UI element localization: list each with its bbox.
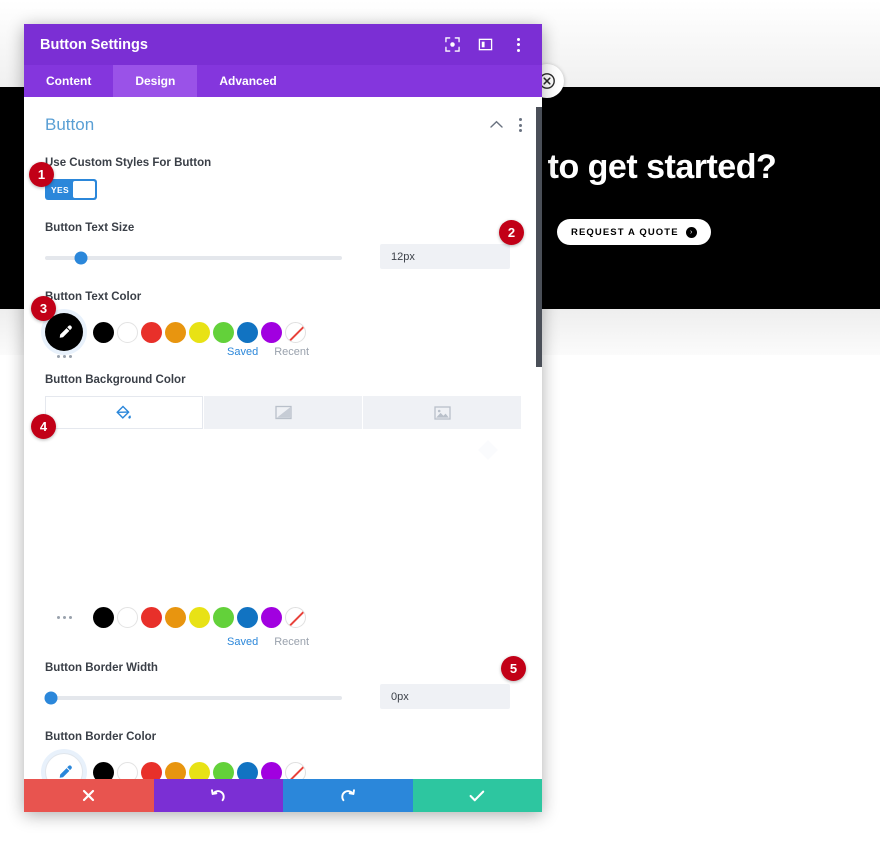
- annotation-badge-1: 1: [29, 162, 54, 187]
- swatch-yellow[interactable]: [189, 761, 210, 779]
- swatch-purple[interactable]: [261, 607, 282, 628]
- swatch-orange[interactable]: [165, 761, 186, 779]
- field-use-custom-styles: Use Custom Styles For Button YES: [24, 157, 542, 200]
- annotation-badge-3: 3: [31, 296, 56, 321]
- chevron-up-icon[interactable]: [490, 116, 503, 134]
- swatch-black[interactable]: [93, 607, 114, 628]
- use-custom-styles-toggle[interactable]: YES: [45, 179, 97, 200]
- swatch-blue[interactable]: [237, 607, 258, 628]
- field-button-background-color: Button Background Color Saved Recent: [24, 374, 542, 648]
- redo-button[interactable]: [283, 779, 413, 812]
- section-title: Button: [45, 115, 95, 134]
- image-tab[interactable]: [363, 396, 521, 429]
- background-color-saved-recent: Saved Recent: [45, 636, 521, 648]
- toggle-knob: [72, 181, 95, 198]
- modal-scrollbar-track[interactable]: [536, 97, 542, 779]
- swatch-red[interactable]: [141, 321, 162, 343]
- swatch-white[interactable]: [117, 321, 138, 343]
- modal-body: Button Use Custom Styles For Button YES: [24, 97, 542, 779]
- swatch-orange[interactable]: [165, 321, 186, 343]
- swatch-blue[interactable]: [237, 321, 258, 343]
- tab-advanced[interactable]: Advanced: [197, 65, 298, 97]
- save-button[interactable]: [412, 779, 542, 812]
- swatch-transparent[interactable]: [285, 761, 306, 779]
- modal-tabs: Content Design Advanced: [24, 65, 542, 97]
- field-label-use-custom-styles: Use Custom Styles For Button: [45, 157, 212, 169]
- field-button-border-width: Button Border Width 0px: [24, 662, 542, 709]
- button-text-size-value[interactable]: 12px: [380, 244, 510, 269]
- more-colors-icon[interactable]: [45, 616, 83, 619]
- request-a-quote-label: REQUEST A QUOTE: [571, 226, 679, 238]
- color-picker-panel[interactable]: [45, 429, 521, 599]
- recent-tab[interactable]: Recent: [274, 636, 309, 648]
- swatch-purple[interactable]: [261, 321, 282, 343]
- text-color-saved-recent: Saved Recent: [45, 346, 521, 358]
- field-label-button-text-color: Button Text Color: [45, 291, 142, 303]
- button-border-color-swatches: [45, 753, 521, 779]
- tab-design[interactable]: Design: [113, 65, 198, 97]
- saved-tab[interactable]: Saved: [227, 636, 258, 648]
- modal-title-icons: [445, 37, 526, 52]
- section-kebab-menu-icon[interactable]: [519, 118, 522, 132]
- color-picker-handle[interactable]: [478, 440, 498, 460]
- swatch-transparent[interactable]: [285, 607, 306, 628]
- swatch-orange[interactable]: [165, 607, 186, 628]
- gradient-tab[interactable]: [204, 396, 362, 429]
- settings-scroll-area: Button Use Custom Styles For Button YES: [24, 97, 542, 779]
- button-border-width-slider[interactable]: [44, 691, 342, 704]
- modal-titlebar: Button Settings: [24, 24, 542, 65]
- undo-button[interactable]: [153, 779, 283, 812]
- kebab-menu-icon[interactable]: [511, 37, 526, 52]
- field-label-button-text-size: Button Text Size: [45, 222, 135, 234]
- recent-tab[interactable]: Recent: [274, 346, 309, 358]
- eyedropper-icon[interactable]: [45, 753, 83, 779]
- button-section-header: Button: [24, 97, 542, 135]
- swatch-blue[interactable]: [237, 761, 258, 779]
- field-label-button-border-color: Button Border Color: [45, 731, 157, 743]
- button-background-color-swatches: [45, 607, 521, 628]
- screen: ed to get started? REQUEST A QUOTE › But…: [0, 0, 880, 843]
- modal-footer: [24, 779, 542, 812]
- modal-title: Button Settings: [40, 36, 148, 53]
- button-text-size-slider[interactable]: [45, 251, 342, 264]
- swatch-white[interactable]: [117, 761, 138, 779]
- swatch-purple[interactable]: [261, 761, 282, 779]
- field-label-button-background-color: Button Background Color: [45, 374, 186, 386]
- swatch-black[interactable]: [93, 321, 114, 343]
- tab-content[interactable]: Content: [24, 65, 113, 97]
- button-border-width-value[interactable]: 0px: [380, 684, 510, 709]
- field-button-border-color: Button Border Color: [24, 731, 542, 779]
- annotation-badge-4: 4: [31, 414, 56, 439]
- arrow-right-icon: ›: [685, 226, 697, 238]
- swatch-white[interactable]: [117, 607, 138, 628]
- swatch-green[interactable]: [213, 321, 234, 343]
- background-color-type-tabs: [45, 396, 521, 429]
- solid-color-tab[interactable]: [45, 396, 203, 429]
- toggle-value-label: YES: [51, 184, 69, 195]
- swatch-red[interactable]: [141, 761, 162, 779]
- swatch-red[interactable]: [141, 607, 162, 628]
- annotation-badge-5: 5: [501, 656, 526, 681]
- slider-knob[interactable]: [74, 251, 88, 264]
- slider-knob[interactable]: [44, 691, 58, 704]
- layout-panel-icon[interactable]: [478, 37, 493, 52]
- swatch-black[interactable]: [93, 761, 114, 779]
- request-a-quote-button[interactable]: REQUEST A QUOTE ›: [557, 219, 711, 245]
- swatch-green[interactable]: [213, 607, 234, 628]
- cancel-button[interactable]: [24, 779, 154, 812]
- swatch-yellow[interactable]: [189, 607, 210, 628]
- swatch-green[interactable]: [213, 761, 234, 779]
- swatch-yellow[interactable]: [189, 321, 210, 343]
- field-label-button-border-width: Button Border Width: [45, 662, 158, 674]
- annotation-badge-2: 2: [499, 220, 524, 245]
- field-button-text-color: Button Text Color Saved Recent: [24, 291, 542, 358]
- modal-scrollbar-thumb[interactable]: [536, 107, 542, 367]
- button-settings-modal: Button Settings Content Design Advanced …: [24, 24, 542, 812]
- swatch-transparent[interactable]: [285, 321, 306, 343]
- fullscreen-icon[interactable]: [445, 37, 460, 52]
- field-button-text-size: Button Text Size 12px: [24, 222, 542, 269]
- saved-tab[interactable]: Saved: [227, 346, 258, 358]
